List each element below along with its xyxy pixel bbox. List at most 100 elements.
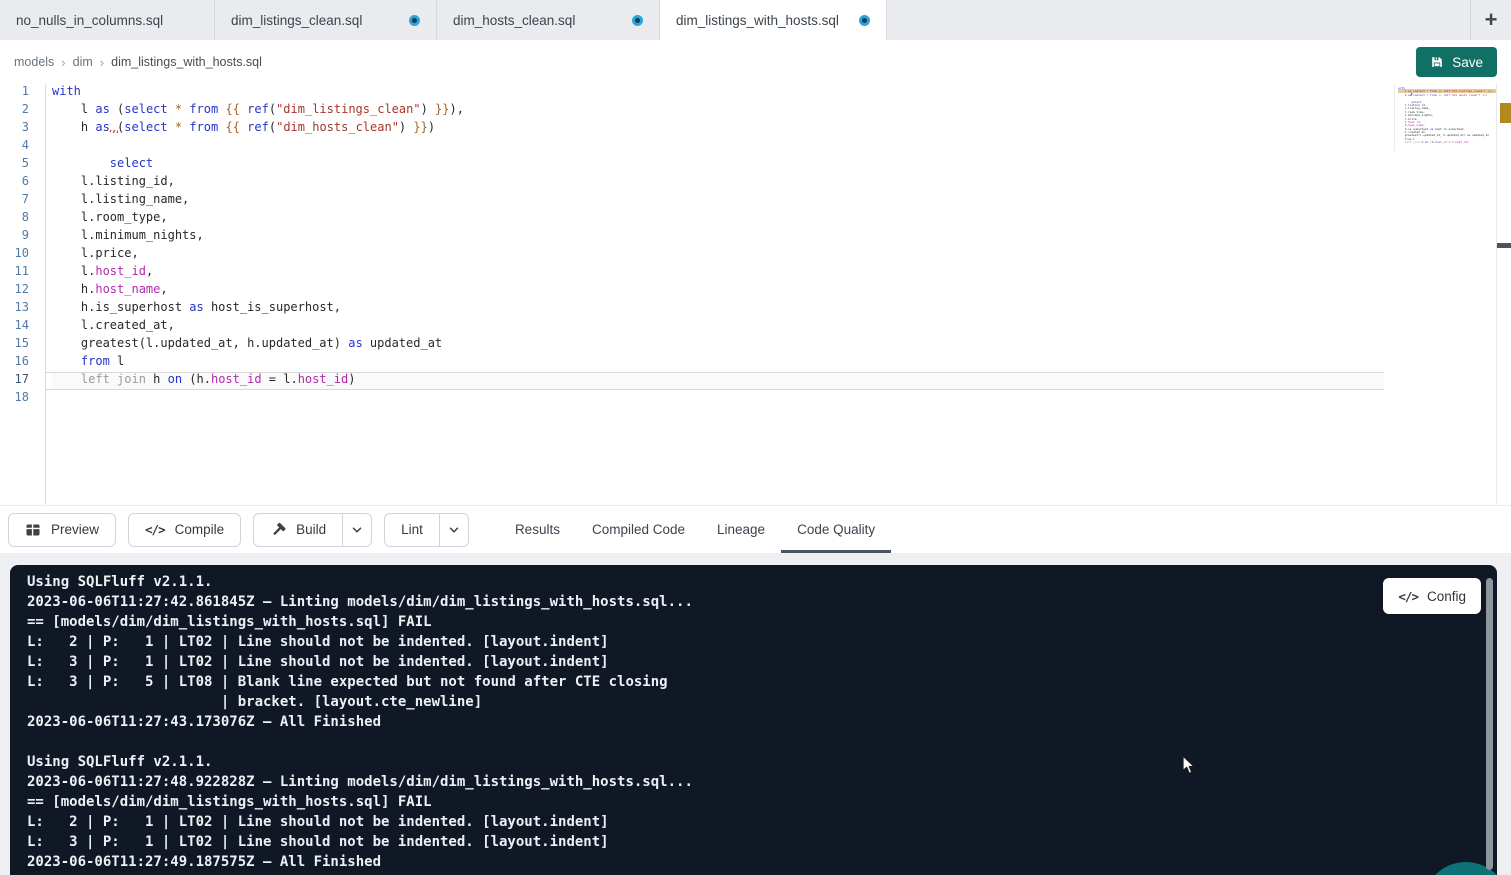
code-line[interactable]: h.is_superhost as host_is_superhost,	[52, 300, 1384, 318]
code-line[interactable]: greatest(l.updated_at, h.updated_at) as …	[52, 336, 1384, 354]
minimap-content: with l as (select * from {{ ref("dim_lis…	[1398, 86, 1496, 147]
tab-label: no_nulls_in_columns.sql	[16, 13, 163, 28]
preview-button-label: Preview	[51, 522, 99, 537]
line-number: 9	[0, 228, 45, 246]
save-button[interactable]: Save	[1416, 47, 1497, 77]
config-button[interactable]: </> Config	[1383, 578, 1481, 614]
code-line[interactable]: l as (select * from {{ ref("dim_listings…	[52, 102, 1384, 120]
breadcrumb-separator-icon: ›	[100, 55, 104, 70]
minimap-line	[1398, 144, 1496, 147]
breadcrumb-separator-icon: ›	[61, 55, 65, 70]
code-icon: </>	[1398, 589, 1418, 604]
code-lines: with l as (select * from {{ ref("dim_lis…	[46, 84, 1511, 505]
new-tab-button[interactable]: +	[1485, 9, 1498, 31]
terminal-line: L: 2 | P: 1 | LT02 | Line should not be …	[27, 632, 1497, 652]
breadcrumb-segment-dim[interactable]: dim	[73, 55, 93, 69]
ruler-warning-mark	[1500, 103, 1511, 123]
mouse-cursor	[1178, 755, 1198, 781]
minimap[interactable]: with l as (select * from {{ ref("dim_lis…	[1394, 84, 1496, 151]
code-line[interactable]: l.listing_name,	[52, 192, 1384, 210]
build-dropdown-button[interactable]	[342, 513, 372, 547]
terminal-line: | bracket. [layout.cte_newline]	[27, 692, 1497, 712]
code-line[interactable]	[52, 390, 1384, 408]
code-line[interactable]: with	[52, 84, 1384, 102]
code-line[interactable]	[52, 138, 1384, 156]
terminal-line: L: 3 | P: 1 | LT02 | Line should not be …	[27, 832, 1497, 852]
line-number: 14	[0, 318, 45, 336]
tab-dim-hosts-clean-sql[interactable]: dim_hosts_clean.sql	[437, 0, 660, 40]
terminal-line: 2023-06-06T11:27:49.187575Z — All Finish…	[27, 852, 1497, 872]
code-line[interactable]: h.host_name,	[52, 282, 1384, 300]
tab-label: dim_listings_with_hosts.sql	[676, 13, 839, 28]
tab-dim-listings-clean-sql[interactable]: dim_listings_clean.sql	[215, 0, 437, 40]
build-button-label: Build	[296, 522, 326, 537]
build-button[interactable]: Build	[253, 513, 342, 547]
ruler-cursor-mark	[1497, 243, 1511, 248]
line-number: 8	[0, 210, 45, 228]
code-line[interactable]: h as (select * from {{ ref("dim_hosts_cl…	[52, 120, 1384, 138]
unsaved-changes-icon	[409, 15, 420, 26]
action-toolbar: Preview </> Compile Build Lint ResultsCo…	[0, 505, 1511, 553]
terminal-line: Using SQLFluff v2.1.1.	[27, 572, 1497, 592]
line-number: 7	[0, 192, 45, 210]
lint-dropdown-button[interactable]	[439, 513, 469, 547]
chevron-down-icon	[447, 523, 461, 537]
build-button-group: Build	[253, 513, 372, 547]
save-button-label: Save	[1452, 55, 1483, 70]
tab-label: dim_hosts_clean.sql	[453, 13, 575, 28]
breadcrumb-segment-models[interactable]: models	[14, 55, 54, 69]
line-number: 1	[0, 84, 45, 102]
line-number: 12	[0, 282, 45, 300]
code-editor[interactable]: 123456789101112131415161718 with l as (s…	[0, 84, 1511, 505]
panel-tab-compiled-code[interactable]: Compiled Code	[576, 506, 701, 553]
panel-tab-results[interactable]: Results	[499, 506, 576, 553]
code-line[interactable]: l.minimum_nights,	[52, 228, 1384, 246]
lint-button-label: Lint	[401, 522, 423, 537]
code-line[interactable]: l.created_at,	[52, 318, 1384, 336]
code-line[interactable]: select	[52, 156, 1384, 174]
config-button-label: Config	[1427, 589, 1466, 604]
panel-tab-code-quality[interactable]: Code Quality	[781, 506, 891, 553]
compile-button[interactable]: </> Compile	[128, 513, 241, 547]
line-number: 10	[0, 246, 45, 264]
tab-label: dim_listings_clean.sql	[231, 13, 362, 28]
results-panel-tabs: ResultsCompiled CodeLineageCode Quality	[499, 506, 891, 553]
code-line[interactable]: l.listing_id,	[52, 174, 1384, 192]
terminal-line: L: 3 | P: 5 | LT08 | Blank line expected…	[27, 672, 1497, 692]
line-number: 5	[0, 156, 45, 174]
terminal-line	[27, 732, 1497, 752]
terminal-line: L: 2 | P: 1 | LT02 | Line should not be …	[27, 812, 1497, 832]
compile-button-label: Compile	[175, 522, 225, 537]
line-number: 4	[0, 138, 45, 156]
code-icon: </>	[145, 522, 165, 537]
terminal-output: Using SQLFluff v2.1.1.2023-06-06T11:27:4…	[10, 565, 1497, 872]
terminal-line: == [models/dim/dim_listings_with_hosts.s…	[27, 792, 1497, 812]
terminal-scrollbar[interactable]	[1486, 578, 1493, 870]
terminal-panel: Using SQLFluff v2.1.1.2023-06-06T11:27:4…	[10, 565, 1497, 875]
minimap-line: h as (select * from {{ ref("dim_hosts_cl…	[1398, 93, 1496, 96]
tab-no-nulls-in-columns-sql[interactable]: no_nulls_in_columns.sql	[0, 0, 215, 40]
terminal-line: 2023-06-06T11:27:43.173076Z — All Finish…	[27, 712, 1497, 732]
code-line[interactable]: l.host_id,	[52, 264, 1384, 282]
new-tab-area: +	[1470, 0, 1511, 40]
hammer-icon	[270, 522, 286, 538]
code-line[interactable]: from l	[52, 354, 1384, 372]
lint-button[interactable]: Lint	[384, 513, 439, 547]
code-line[interactable]: l.price,	[52, 246, 1384, 264]
line-number: 2	[0, 102, 45, 120]
tab-dim-listings-with-hosts-sql[interactable]: dim_listings_with_hosts.sql	[660, 0, 887, 40]
terminal-line: Using SQLFluff v2.1.1.	[27, 752, 1497, 772]
panel-tab-lineage[interactable]: Lineage	[701, 506, 781, 553]
line-number: 16	[0, 354, 45, 372]
code-line[interactable]: left join h on (h.host_id = l.host_id)	[52, 372, 1384, 390]
line-number: 18	[0, 390, 45, 408]
console-area: Using SQLFluff v2.1.1.2023-06-06T11:27:4…	[0, 553, 1511, 875]
preview-button[interactable]: Preview	[8, 513, 116, 547]
table-icon	[25, 522, 41, 538]
breadcrumb-segment-dim-listings-with-hosts-sql[interactable]: dim_listings_with_hosts.sql	[111, 55, 262, 69]
code-line[interactable]: l.room_type,	[52, 210, 1384, 228]
line-number: 3	[0, 120, 45, 138]
lint-button-group: Lint	[384, 513, 469, 547]
line-number: 11	[0, 264, 45, 282]
terminal-line: 2023-06-06T11:27:42.861845Z — Linting mo…	[27, 592, 1497, 612]
